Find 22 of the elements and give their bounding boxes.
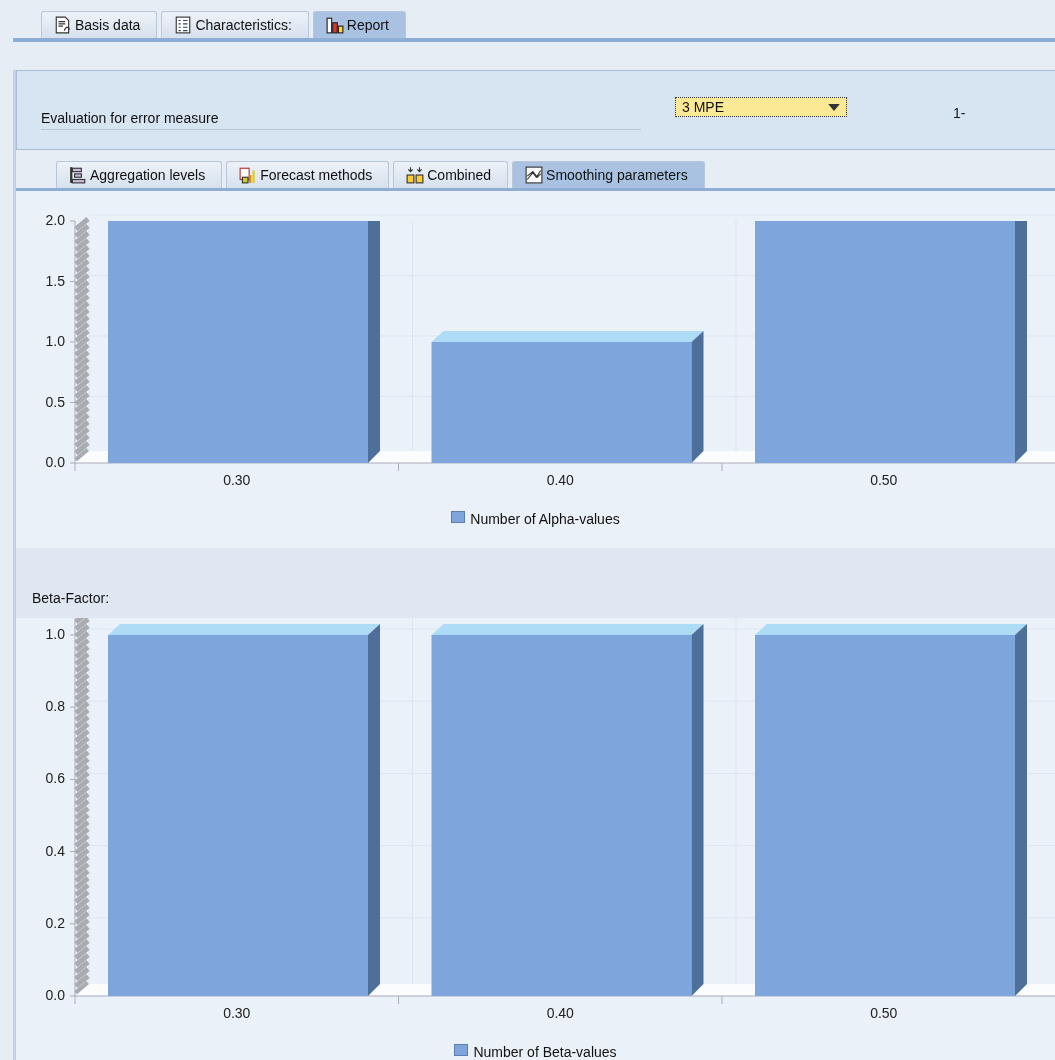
category-label: 0.50 (870, 472, 898, 488)
tick-label: 0.2 (45, 914, 65, 931)
category-label: 0.50 (870, 1005, 898, 1021)
category-label: 0.30 (223, 472, 251, 488)
tick-label: 0.0 (45, 454, 65, 470)
legend-label: Number of Beta-values (473, 1044, 617, 1060)
tick-label: 1.0 (45, 333, 65, 349)
category-label: 0.40 (546, 472, 574, 488)
category-label: 0.30 (223, 1005, 251, 1021)
field-label: Evaluation for error measure (41, 106, 641, 130)
tick-label: 0.6 (45, 770, 65, 787)
tick-label: 1.0 (45, 626, 65, 642)
legend-label: Number of Alpha-values (470, 511, 620, 527)
tick-label: 0.4 (45, 842, 65, 859)
tick-label: 1.5 (45, 272, 65, 289)
tick-label: 0.5 (45, 393, 65, 410)
result-value: 1- (953, 105, 966, 121)
category-label: 0.40 (546, 1005, 574, 1021)
tick-label: 0.0 (45, 987, 65, 1003)
tick-label: 0.8 (45, 698, 65, 715)
section-title: Beta-Factor: (16, 548, 1055, 618)
tick-label: 2.0 (45, 212, 65, 228)
